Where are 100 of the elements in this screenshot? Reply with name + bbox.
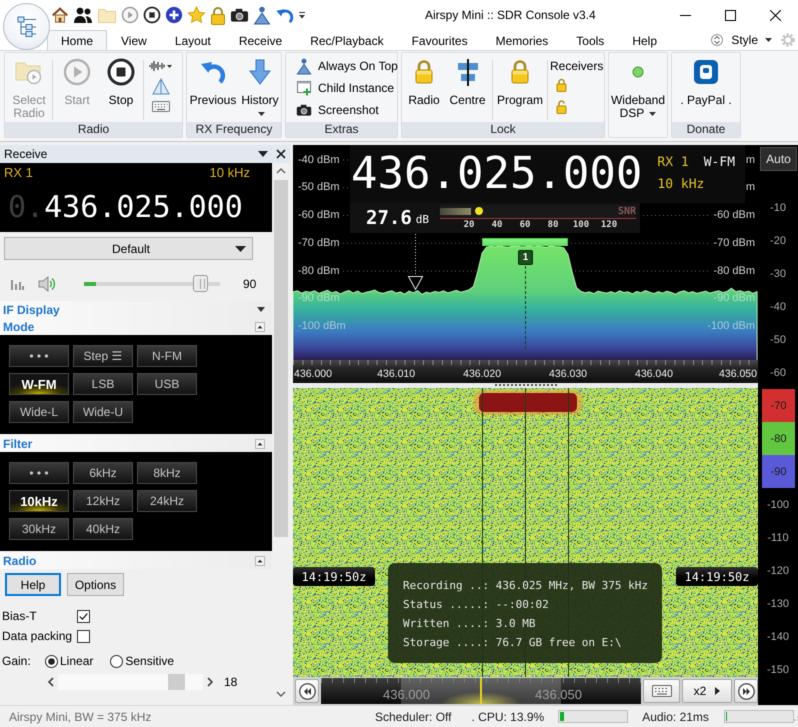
close-icon[interactable] (770, 10, 781, 20)
waveform-dropdown-icon[interactable] (149, 60, 173, 72)
group-label: Donate (672, 122, 740, 137)
customize-caret-icon[interactable] (298, 9, 306, 21)
mode-button[interactable]: Step ☰ (73, 345, 133, 367)
level-label: -80 dBm (298, 264, 340, 278)
ribbon-button[interactable]: Centre (445, 57, 490, 107)
ribbon-tab[interactable]: View (107, 30, 161, 50)
section-header[interactable]: Filter (0, 435, 272, 452)
mode-button[interactable]: Wide-U (73, 401, 133, 423)
mode-button[interactable]: 12kHz (73, 490, 133, 512)
mode-button[interactable]: 40kHz (73, 518, 133, 540)
section-header[interactable]: Mode (0, 318, 272, 335)
caret-icon[interactable] (649, 112, 656, 116)
auto-button[interactable]: Auto (760, 147, 797, 171)
ribbon-tab[interactable]: Receive (224, 30, 296, 50)
level-bars-icon[interactable] (10, 278, 24, 290)
dialog-button[interactable]: Options (67, 573, 124, 596)
rewind-button[interactable] (295, 679, 319, 703)
speaker-icon[interactable] (37, 276, 56, 292)
caret-icon[interactable] (765, 38, 772, 42)
star-icon[interactable] (187, 6, 206, 24)
ribbon-tab[interactable]: Tools (562, 30, 618, 50)
splitter-grip[interactable] (293, 383, 758, 388)
ribbon-button[interactable]: Screenshot (294, 99, 400, 121)
triangle-icon[interactable] (152, 78, 170, 95)
slider-thumb[interactable] (168, 674, 186, 690)
close-icon[interactable] (276, 149, 286, 159)
forward-button[interactable] (734, 679, 758, 703)
receiver-badge[interactable]: 1 (518, 250, 533, 265)
ribbon-button[interactable]: Previous (189, 57, 237, 107)
scroll-up-icon[interactable] (276, 168, 286, 174)
stop-icon[interactable] (143, 6, 161, 24)
mode-button[interactable]: • • • (9, 462, 69, 484)
axis-label: 436.000 (293, 367, 333, 381)
checkbox[interactable] (77, 610, 90, 622)
collapse-icon[interactable] (255, 438, 265, 448)
checkbox-label: Data packing (2, 629, 72, 643)
mode-button[interactable]: USB (137, 373, 197, 395)
caret-icon[interactable] (258, 112, 264, 116)
frequency-display[interactable]: 436.025.000 (44, 191, 243, 225)
tuning-strip[interactable]: 436.000 436.050 (321, 678, 641, 704)
radio-option[interactable]: Sensitive (110, 654, 174, 668)
ribbon-tab[interactable]: Help (618, 30, 671, 50)
collapse-icon[interactable] (255, 556, 265, 566)
ribbon-button[interactable]: Wideband DSP (610, 57, 666, 120)
section-header[interactable]: IF Display (0, 301, 272, 318)
radio-button[interactable] (110, 654, 124, 668)
radio-button[interactable] (45, 654, 58, 668)
cone-figure-icon[interactable] (253, 6, 271, 24)
users-icon[interactable] (73, 6, 93, 24)
mode-button[interactable]: 8kHz (137, 462, 197, 484)
ribbon-button[interactable]: Always On Top (294, 55, 400, 77)
ribbon-button[interactable]: Child Instance (294, 77, 400, 99)
radio-option[interactable]: Linear (45, 654, 94, 668)
ribbon-tab[interactable]: Home (47, 30, 108, 50)
plus-icon[interactable] (165, 6, 183, 24)
mode-button[interactable]: W-FM (9, 373, 69, 395)
ribbon-button[interactable]: Radio (405, 57, 443, 107)
mode-button[interactable]: 24kHz (137, 490, 197, 512)
collapse-icon[interactable] (255, 322, 265, 332)
gain-slider[interactable] (58, 674, 203, 690)
ribbon-button[interactable]: . PayPal . (674, 57, 738, 107)
style-menu[interactable]: Style (731, 33, 772, 47)
level-label: -80 dBm (713, 264, 755, 278)
checkbox[interactable] (77, 630, 90, 642)
expand-icon[interactable] (257, 307, 265, 312)
chevron-left-icon[interactable] (47, 677, 54, 687)
mode-button[interactable]: 30kHz (9, 518, 69, 540)
up-down-icon[interactable] (711, 33, 724, 47)
ribbon-button[interactable]: History (239, 57, 281, 120)
open-lock-icon[interactable] (556, 100, 567, 114)
ribbon-tab[interactable]: Memories (482, 30, 562, 50)
scroll-down-icon[interactable] (276, 691, 286, 697)
dropdown-icon[interactable] (258, 151, 268, 157)
ribbon-button[interactable]: Stop (101, 57, 141, 107)
ribbon-tab[interactable]: Layout (160, 30, 225, 50)
camera-icon[interactable] (230, 7, 249, 23)
zoom-button[interactable]: x2 (682, 679, 732, 703)
slider-thumb[interactable] (192, 275, 208, 292)
lock-icon[interactable] (556, 78, 567, 92)
cpu-status: . CPU: 13.9% (472, 710, 544, 724)
section-header[interactable]: Radio (0, 552, 272, 569)
preset-dropdown[interactable]: Default (4, 237, 253, 260)
chevron-right-icon[interactable] (207, 677, 214, 687)
ribbon-tab[interactable]: Favourites (398, 30, 482, 50)
scrollbar-thumb[interactable] (274, 180, 288, 537)
mode-button[interactable]: Wide-L (9, 401, 69, 423)
mode-button[interactable]: LSB (73, 373, 133, 395)
mode-button[interactable]: N-FM (137, 345, 197, 367)
mode-button[interactable]: 6kHz (73, 462, 133, 484)
keyboard-button[interactable] (643, 679, 680, 703)
ribbon-tab[interactable]: Rec/Playback (296, 30, 398, 50)
home-icon[interactable] (51, 6, 69, 24)
maximize-icon[interactable] (725, 10, 736, 20)
mode-button[interactable]: • • • (9, 345, 69, 367)
dialog-button[interactable]: Help (5, 573, 61, 596)
keyboard-icon[interactable] (152, 101, 170, 112)
mode-button[interactable]: 10kHz (9, 490, 69, 512)
ribbon-button[interactable]: Program (495, 57, 545, 107)
